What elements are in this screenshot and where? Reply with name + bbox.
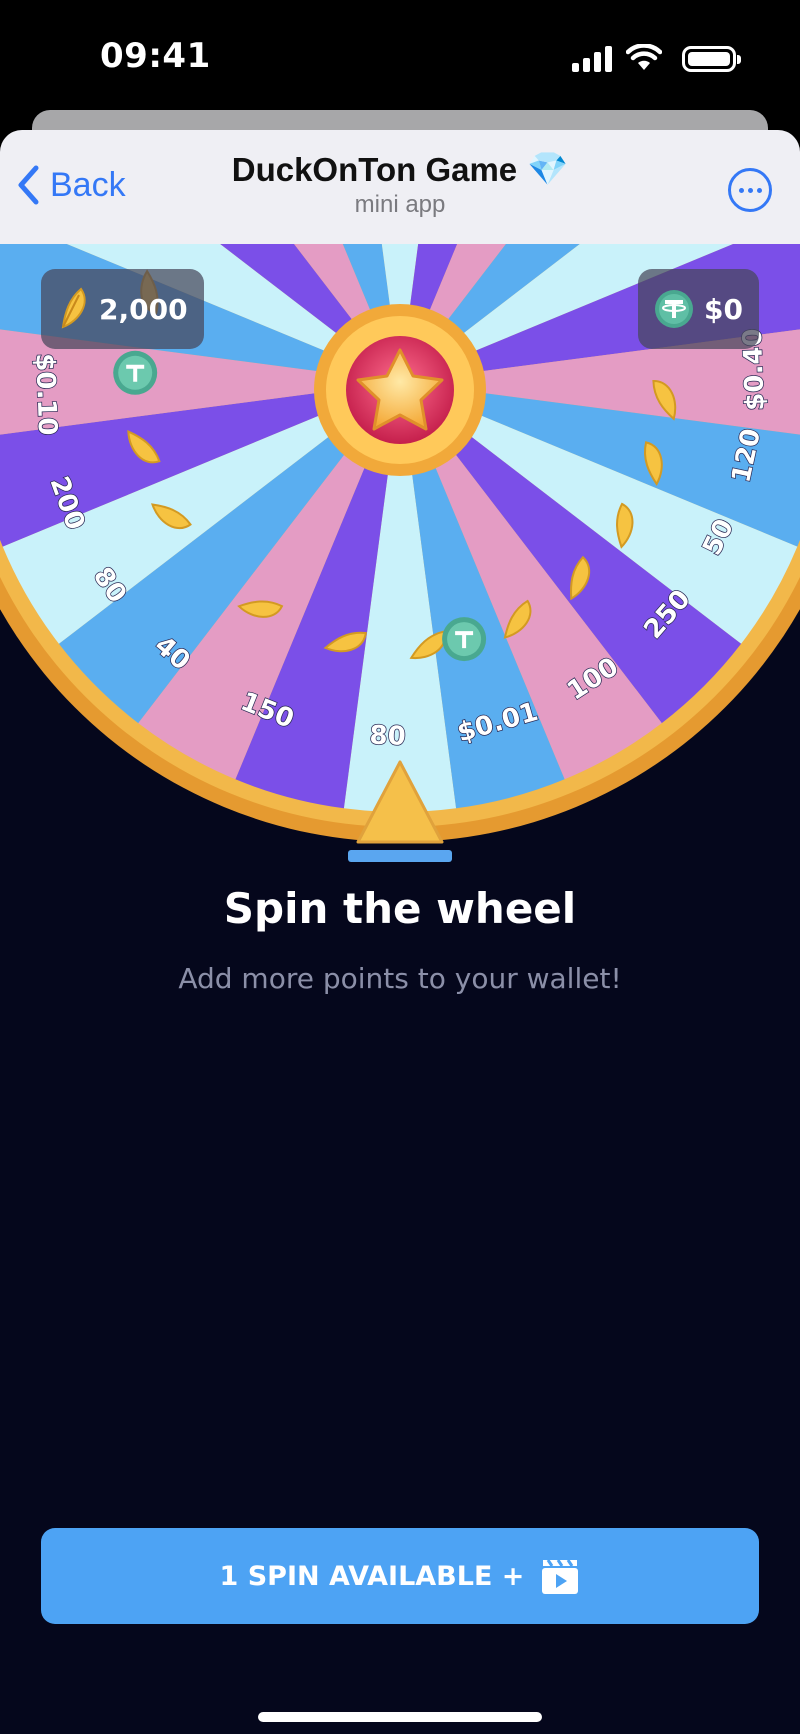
home-indicator: [258, 1712, 542, 1722]
tether-coin-icon: [113, 350, 158, 395]
spin-subheading: Add more points to your wallet!: [178, 962, 622, 995]
navigation-bar: Back DuckOnTon Game 💎 mini app: [0, 130, 800, 244]
page-subtitle: mini app: [354, 191, 446, 218]
nav-title-block: DuckOnTon Game 💎 mini app: [0, 150, 800, 219]
clapperboard-icon: [542, 1559, 579, 1594]
spin-button[interactable]: 1 SPIN AVAILABLE +: [41, 1528, 759, 1624]
wheel-segment-label: 80: [369, 721, 406, 752]
status-bar: 09:41: [0, 0, 800, 110]
more-button[interactable]: [728, 168, 772, 212]
game-area: 200 80 40 150 80 $0.01 100 250 50 120 $0.40 $0.10 2…: [0, 244, 800, 1734]
feather-icon: [61, 287, 86, 329]
wheel-segment-label: $0.10: [29, 353, 62, 436]
spin-heading: Spin the wheel: [223, 884, 577, 933]
tether-coin-icon: [442, 617, 487, 662]
points-balance: 2,000: [41, 269, 204, 349]
usd-value: $0: [704, 292, 743, 326]
cellular-signal-icon: [572, 46, 612, 72]
status-time: 09:41: [100, 36, 211, 76]
diamond-icon: 💎: [527, 150, 569, 187]
more-icon-dot: [738, 187, 744, 193]
wifi-icon: [626, 44, 662, 70]
battery-icon: [682, 46, 741, 72]
points-value: 2,000: [99, 292, 188, 326]
more-icon-dot: [747, 187, 753, 193]
tether-coin-icon: [655, 290, 694, 328]
page-title: DuckOnTon Game: [231, 150, 518, 188]
pointer-base: [348, 850, 452, 862]
spin-button-label: 1 SPIN AVAILABLE +: [219, 1560, 525, 1592]
more-icon-dot: [756, 187, 762, 193]
status-icons: [572, 42, 741, 72]
usd-balance: $0: [638, 269, 759, 349]
